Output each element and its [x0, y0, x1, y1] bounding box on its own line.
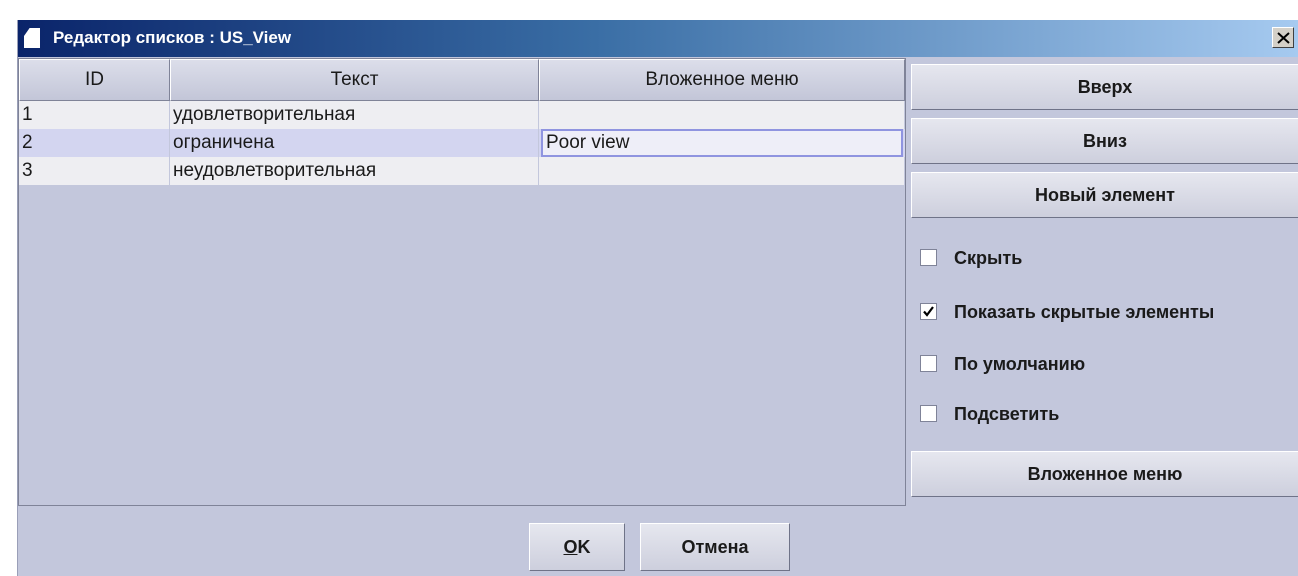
- hide-checkbox-row[interactable]: Скрыть: [920, 244, 1298, 272]
- ok-button[interactable]: OK: [529, 523, 625, 571]
- cell-text[interactable]: удовлетворительная: [170, 101, 539, 129]
- show-hidden-checkbox[interactable]: [920, 303, 937, 320]
- window-title: Редактор списков : US_View: [53, 28, 292, 47]
- close-icon: [1277, 32, 1290, 44]
- column-header-submenu[interactable]: Вложенное меню: [539, 59, 905, 101]
- show-hidden-checkbox-row[interactable]: Показать скрытые элементы: [920, 298, 1298, 326]
- cell-submenu[interactable]: [539, 101, 905, 129]
- cell-submenu[interactable]: [539, 157, 905, 185]
- cancel-button[interactable]: Отмена: [640, 523, 790, 571]
- app-icon: [24, 28, 40, 48]
- new-item-button[interactable]: Новый элемент: [911, 172, 1298, 218]
- column-header-text[interactable]: Текст: [170, 59, 539, 101]
- list-editor-dialog: Редактор списков : US_View ID Текст Влож…: [17, 20, 1298, 576]
- cell-text[interactable]: неудовлетворительная: [170, 157, 539, 185]
- ok-mnemonic: O: [563, 537, 578, 557]
- table-row[interactable]: 1 удовлетворительная: [19, 101, 905, 129]
- checkmark-icon: [923, 306, 934, 317]
- hide-checkbox[interactable]: [920, 249, 937, 266]
- hide-checkbox-label: Скрыть: [954, 248, 1023, 268]
- submenu-button[interactable]: Вложенное меню: [911, 451, 1298, 497]
- show-hidden-checkbox-label: Показать скрытые элементы: [954, 302, 1215, 322]
- default-checkbox[interactable]: [920, 355, 937, 372]
- default-checkbox-row[interactable]: По умолчанию: [920, 350, 1298, 378]
- column-header-id[interactable]: ID: [19, 59, 170, 101]
- cell-text[interactable]: ограничена: [170, 129, 539, 157]
- highlight-checkbox-row[interactable]: Подсветить: [920, 400, 1298, 428]
- move-down-button[interactable]: Вниз: [911, 118, 1298, 164]
- table-row[interactable]: 3 неудовлетворительная: [19, 157, 905, 185]
- highlight-checkbox-label: Подсветить: [954, 404, 1060, 424]
- cell-submenu-focused[interactable]: Poor view: [541, 129, 903, 157]
- ok-label: K: [577, 537, 591, 557]
- cell-id[interactable]: 3: [19, 157, 170, 185]
- move-up-button[interactable]: Вверх: [911, 64, 1298, 110]
- close-button[interactable]: [1272, 27, 1294, 48]
- title-bar[interactable]: Редактор списков : US_View: [18, 20, 1298, 57]
- cell-id[interactable]: 1: [19, 101, 170, 129]
- cell-id[interactable]: 2: [19, 129, 170, 157]
- highlight-checkbox[interactable]: [920, 405, 937, 422]
- table-row-selected[interactable]: 2 ограничена Poor view: [19, 129, 905, 157]
- table-header: ID Текст Вложенное меню: [19, 59, 905, 101]
- list-table[interactable]: ID Текст Вложенное меню 1 удовлетворител…: [18, 58, 906, 506]
- default-checkbox-label: По умолчанию: [954, 354, 1086, 374]
